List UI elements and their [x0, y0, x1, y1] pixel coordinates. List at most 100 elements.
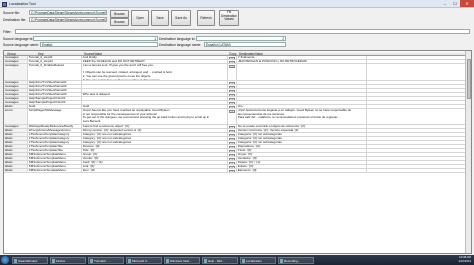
- destination-value-cell[interactable]: [237, 101, 367, 104]
- header-key[interactable]: Key: [38, 52, 44, 56]
- taskbar-item[interactable]: Tutorial3 - ...: [88, 256, 124, 264]
- source-language-name-label: Source language name:: [3, 42, 40, 47]
- open-button[interactable]: Open: [131, 10, 149, 26]
- destination-value-cell[interactable]: Vendedor: '{0}': [237, 157, 367, 160]
- copy-button[interactable]: →: [229, 165, 235, 168]
- source-language-name-field[interactable]: English: [40, 41, 158, 47]
- destination-value-cell[interactable]: [237, 89, 367, 92]
- taskbar-item[interactable]: Recording...: [278, 256, 314, 264]
- header-source-value[interactable]: SourceValue: [84, 52, 102, 56]
- destination-language-id-field[interactable]: 2: [196, 35, 286, 41]
- taskbar-item[interactable]: Windows Task...: [164, 256, 200, 264]
- copy-button[interactable]: →: [229, 81, 235, 84]
- taskbar-item[interactable]: Localization: [240, 256, 276, 264]
- copy-button[interactable]: →: [229, 60, 235, 63]
- destination-value-cell[interactable]: [237, 93, 367, 96]
- source-value-cell: Gold: [82, 105, 228, 108]
- destination-value-cell[interactable]: ¡Ups! Aparentemente llegaste a un callej…: [237, 109, 367, 124]
- table-row[interactable]: labels SMSubmenuTemplateMenu Item: '{0}' → E…: [4, 169, 466, 173]
- copy-button[interactable]: →: [229, 145, 235, 148]
- save-as-button[interactable]: Save As: [171, 10, 191, 26]
- scrollbar-thumb[interactable]: [467, 59, 471, 99]
- title-bar: Localization Tool – ☐ ✕: [0, 0, 474, 8]
- copy-button[interactable]: →: [229, 85, 235, 88]
- copy-button[interactable]: →: [229, 129, 235, 132]
- table-row[interactable]: messages Tutorial_0_FinalizeReload I am a …: [4, 64, 466, 81]
- browse-source-button[interactable]: Browse: [110, 10, 129, 18]
- taskbar-item[interactable]: Microsoft V...: [126, 256, 162, 264]
- copy-button[interactable]: →: [229, 169, 235, 172]
- copy-button[interactable]: →: [229, 97, 235, 100]
- minimize-button[interactable]: –: [440, 0, 450, 7]
- source-value-cell: KEEP the OLDELOG and DO NOT RETREAT!: [82, 60, 228, 63]
- group-cell: labels: [4, 161, 28, 164]
- destination-value-cell[interactable]: [237, 97, 367, 100]
- copy-cell: →: [228, 125, 237, 128]
- destination-value-cell[interactable]: Enlace: '{0}': [237, 165, 367, 168]
- key-cell: SMSubmenuTemplateMenu: [28, 153, 82, 156]
- destination-value-cell[interactable]: [237, 81, 367, 84]
- key-cell: Help/Intro/Tx/Video/Name01: [28, 81, 82, 84]
- copy-button[interactable]: →: [229, 125, 235, 128]
- header-group[interactable]: Group: [7, 52, 16, 56]
- destination-file-field[interactable]: C:\ProgramData\Steam\SteamApps\common\Tu…: [29, 17, 107, 22]
- copy-button[interactable]: →: [229, 109, 235, 113]
- browse-destination-button[interactable]: Browse: [110, 18, 129, 26]
- header-destination-value[interactable]: DestinationValue: [239, 52, 263, 56]
- destination-value-cell[interactable]: Grupo: '{0}': [237, 153, 367, 156]
- destination-value-cell[interactable]: Oro: [237, 105, 367, 108]
- copy-button[interactable]: →: [229, 64, 235, 68]
- start-button[interactable]: [1, 256, 9, 264]
- copy-cell: →: [228, 153, 237, 156]
- taskbar-item[interactable]: Firefox: [50, 256, 86, 264]
- close-button[interactable]: ✕: [460, 0, 474, 7]
- key-cell: Gold: [28, 105, 82, 108]
- destination-value-cell[interactable]: ¡MANTENGAN la POSICIÓN y NO RETROCEDAN!: [237, 60, 367, 63]
- header-copy[interactable]: Copy: [229, 52, 236, 56]
- copy-button[interactable]: →: [229, 101, 235, 104]
- group-cell: errors: [4, 109, 28, 124]
- copy-button[interactable]: →: [229, 56, 235, 59]
- destination-value-cell[interactable]: Versión incorrecta: '{0}'. Versión esper…: [237, 129, 367, 132]
- destination-value-cell[interactable]: Categoría: '{0}' sin subcategorías: [237, 133, 367, 136]
- empty-cell: [367, 137, 466, 140]
- destination-value-cell[interactable]: Dispositivos: '{0}': [237, 145, 367, 148]
- maximize-button[interactable]: ☐: [450, 0, 460, 7]
- refresh-button[interactable]: Refresh: [197, 10, 215, 26]
- destination-value-cell[interactable]: [237, 64, 367, 80]
- empty-cell: [367, 125, 466, 128]
- destination-value-cell[interactable]: No se puede encontrar el objeto de refer…: [237, 125, 367, 128]
- key-cell: Help/Intro/Tx/Video/Name04: [28, 93, 82, 96]
- taskbar-item[interactable]: SteamWindow: [12, 256, 48, 264]
- destination-value-cell[interactable]: [237, 85, 367, 88]
- copy-button[interactable]: →: [229, 89, 235, 92]
- save-button[interactable]: Save: [151, 10, 169, 26]
- table-row[interactable]: errors ScriptPager/MxMessage Oops! Seems l…: [4, 109, 466, 125]
- destination-value-cell[interactable]: Categoría: '{0}' sin subcategorías: [237, 141, 367, 144]
- destination-value-cell[interactable]: Categoría: '{0}' sin subcategorías: [237, 137, 367, 140]
- destination-value-cell[interactable]: Elemento: '{0}': [237, 169, 367, 172]
- translation-grid[interactable]: Group Key SourceValue Copy DestinationVa…: [3, 50, 472, 254]
- copy-button[interactable]: →: [229, 141, 235, 144]
- fill-destination-button[interactable]: Fill Destination Values: [219, 10, 239, 26]
- filter-input[interactable]: [15, 29, 470, 34]
- source-file-field[interactable]: C:\ProgramData\Steam\SteamApps\common\Tu…: [29, 10, 107, 15]
- copy-button[interactable]: →: [229, 133, 235, 136]
- copy-button[interactable]: →: [229, 153, 235, 156]
- destination-value-cell[interactable]: Título: '{0}': [237, 149, 367, 152]
- source-language-id-field[interactable]: 1: [33, 35, 158, 41]
- destination-value-cell[interactable]: Tarjeta: '{0}' / '{1}': [237, 161, 367, 164]
- copy-button[interactable]: →: [229, 161, 235, 164]
- copy-button[interactable]: →: [229, 149, 235, 152]
- group-cell: labels: [4, 165, 28, 168]
- copy-cell: →: [228, 93, 237, 96]
- grid-vertical-scrollbar[interactable]: [465, 51, 471, 253]
- copy-button[interactable]: →: [229, 157, 235, 160]
- taskbar-item-label: SteamWindow: [18, 258, 38, 263]
- copy-button[interactable]: →: [229, 137, 235, 140]
- destination-value-cell[interactable]: Y finalmente...: [237, 56, 367, 59]
- copy-button[interactable]: →: [229, 105, 235, 108]
- copy-button[interactable]: →: [229, 93, 235, 96]
- destination-language-name-field[interactable]: Español (LATAM): [204, 41, 286, 47]
- taskbar-item[interactable]: Help - Micr...: [202, 256, 238, 264]
